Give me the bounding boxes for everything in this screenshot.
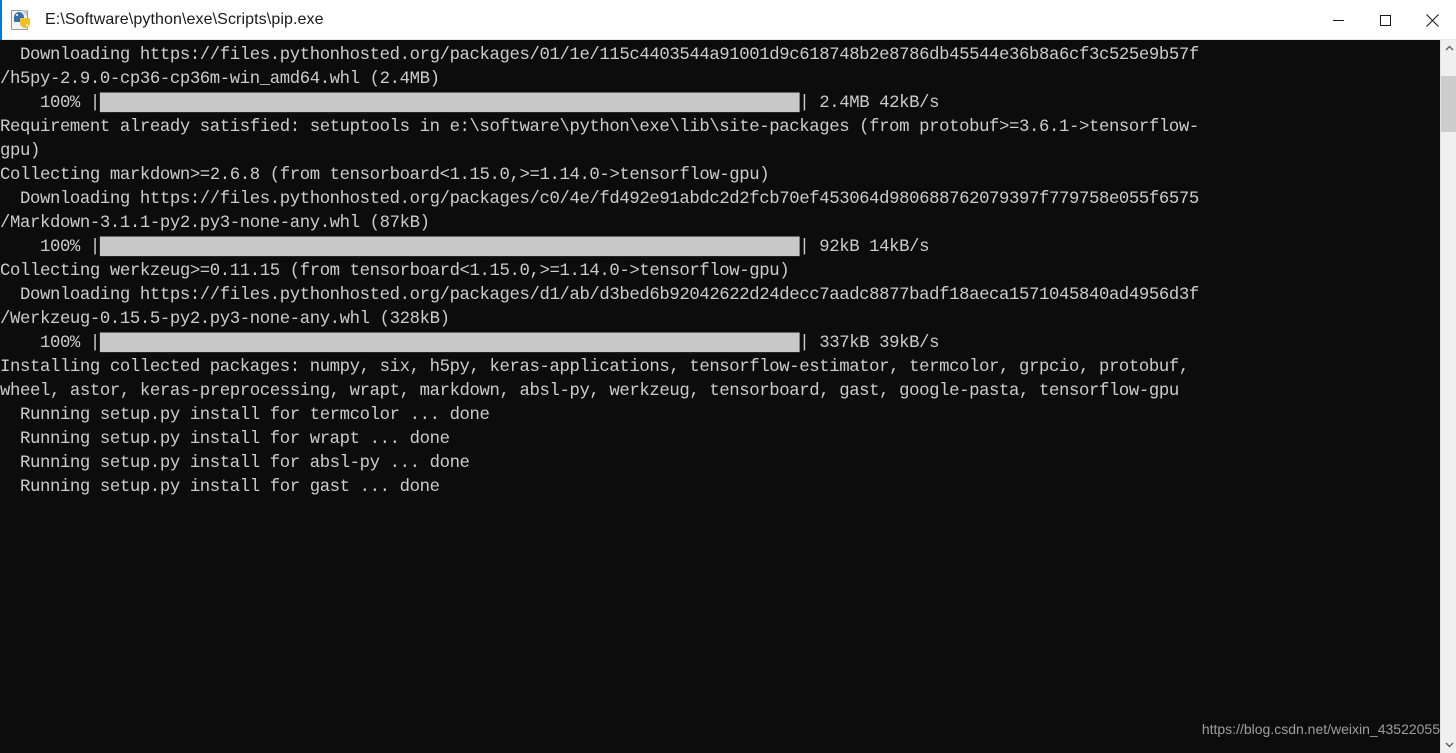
vertical-scrollbar[interactable] [1440,40,1456,753]
python-file-icon [11,9,33,31]
titlebar-accent-stripe [0,0,2,40]
console-text: Downloading https://files.pythonhosted.o… [0,40,1440,500]
console-line: Collecting werkzeug>=0.11.15 (from tenso… [0,262,790,281]
console-line: Requirement already satisfied: setuptool… [0,118,1199,137]
maximize-button[interactable] [1362,0,1409,40]
python-logo-yellow-half [20,17,30,28]
python-logo-eye-bottom [26,23,28,26]
console-line: Collecting markdown>=2.6.8 (from tensorb… [0,166,770,185]
console-line: Running setup.py install for gast ... do… [0,478,440,497]
download-progress-bar: ████████████████████████████████████████… [99,334,800,353]
console-line: Downloading https://files.pythonhosted.o… [0,190,1199,209]
python-logo-eye-top [16,13,18,16]
minimize-button[interactable] [1315,0,1362,40]
console-line: gpu) [0,142,40,161]
window-title: E:\Software\python\exe\Scripts\pip.exe [45,10,324,28]
console-line: wheel, astor, keras-preprocessing, wrapt… [0,382,1179,401]
console-window: E:\Software\python\exe\Scripts\pip.exe D… [0,0,1456,753]
console-line: Downloading https://files.pythonhosted.o… [0,46,1199,65]
close-button[interactable] [1409,0,1456,40]
scrollbar-thumb[interactable] [1441,76,1456,132]
scroll-down-arrow-icon[interactable] [1441,736,1456,753]
console-line: Running setup.py install for absl-py ...… [0,454,470,473]
console-line: Running setup.py install for termcolor .… [0,406,490,425]
console-line: Installing collected packages: numpy, si… [0,358,1189,377]
window-titlebar[interactable]: E:\Software\python\exe\Scripts\pip.exe [0,0,1456,40]
window-controls [1315,0,1456,40]
download-progress-bar: ████████████████████████████████████████… [99,94,800,113]
scroll-up-arrow-icon[interactable] [1441,40,1456,57]
console-line: /Werkzeug-0.15.5-py2.py3-none-any.whl (3… [0,310,450,329]
console-line: /Markdown-3.1.1-py2.py3-none-any.whl (87… [0,214,430,233]
watermark-url: https://blog.csdn.net/weixin_43522055 [1201,721,1440,737]
console-line: 100% |██████████████████████████████████… [0,94,940,113]
console-line: Running setup.py install for wrapt ... d… [0,430,450,449]
console-output-area[interactable]: Downloading https://files.pythonhosted.o… [0,40,1440,753]
download-progress-bar: ████████████████████████████████████████… [99,238,800,257]
console-line: Downloading https://files.pythonhosted.o… [0,286,1199,305]
console-line: 100% |██████████████████████████████████… [0,238,930,257]
console-line: /h5py-2.9.0-cp36-cp36m-win_amd64.whl (2.… [0,70,440,89]
console-line: 100% |██████████████████████████████████… [0,334,940,353]
